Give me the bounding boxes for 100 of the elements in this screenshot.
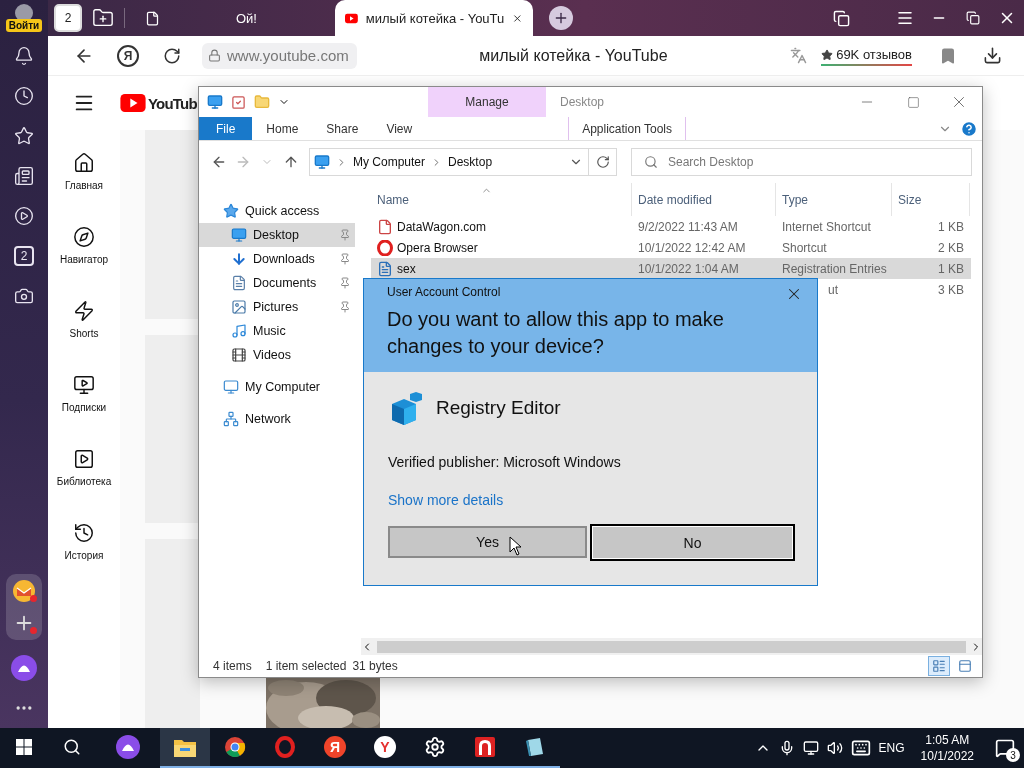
column-header[interactable]: Size [892,183,970,216]
restore-icon[interactable] [966,11,980,25]
ribbon-tab[interactable]: File [199,117,253,140]
ribbon-tab[interactable]: Share [312,117,373,140]
nav-item[interactable]: Documents [199,271,355,295]
reviews-badge[interactable]: 69K отзывов [821,45,912,66]
tab-counter[interactable]: 2 [14,246,34,266]
ribbon-tab[interactable]: Home [252,117,313,140]
video-site-icon [345,11,358,25]
dialog-button[interactable]: No [590,524,795,561]
yandex-button[interactable]: Я [117,44,139,67]
taskbar-app[interactable]: Я [310,728,360,768]
ribbon-tab[interactable]: View [372,117,427,140]
browser-tab[interactable]: Ой! [135,0,335,36]
nav-item[interactable]: Videos [199,343,355,367]
column-header[interactable]: Name [371,183,632,216]
file-row[interactable]: sex 10/1/2022 1:04 AM Registration Entries 1 KB [371,258,971,279]
star-icon [223,203,239,219]
address-field[interactable]: My Computer Desktop [309,148,589,176]
refresh-icon [595,155,610,169]
scrollbar-thumb[interactable] [377,640,966,653]
volume-icon[interactable] [826,740,843,756]
browser-icon: Y [374,736,396,758]
properties-icon[interactable] [231,94,246,110]
mail-icon[interactable] [12,579,36,603]
collections-icon[interactable] [832,9,850,27]
download-icon[interactable] [982,46,1002,65]
url-field[interactable]: www.youtube.com [202,42,357,69]
column-header[interactable]: Type [776,183,892,216]
camera-icon[interactable] [14,286,34,306]
ribbon-tab[interactable]: Application Tools [568,117,687,140]
pin-icon[interactable] [339,253,351,265]
bookmark-icon[interactable] [939,46,957,65]
ring-icon [377,239,393,256]
reload-icon[interactable] [163,46,181,65]
nav-item[interactable]: Desktop [199,223,355,247]
taskbar-app[interactable]: Y [360,728,410,768]
browser-tab[interactable]: милый котейка - YouTu [335,0,533,36]
type-cell: Registration Entries [782,261,887,276]
nav-item[interactable]: Pictures [199,295,355,319]
help-icon[interactable] [960,119,978,138]
play-logo-icon [120,94,146,112]
nav-item[interactable]: My Computer [199,375,355,399]
manage-tab[interactable]: Manage [428,87,546,117]
menu-icon[interactable] [896,9,914,27]
type-cell: Shortcut [782,240,827,255]
nav-link[interactable]: Подписки [48,352,120,426]
windows-icon[interactable] [16,739,32,755]
download-icon [231,251,247,267]
refresh-button[interactable] [589,148,617,176]
keyboard-icon[interactable] [850,738,871,758]
newspaper-icon[interactable] [14,166,34,186]
shortcut-file-icon [377,218,393,235]
registry-file-icon [377,260,393,277]
language-indicator[interactable]: ENG [878,741,905,755]
translate-icon[interactable] [790,47,808,64]
home-tab-button[interactable]: 2 [54,4,82,32]
star-icon[interactable] [14,126,34,146]
alice-icon[interactable] [10,654,38,682]
nav-item[interactable]: Music [199,319,355,343]
column-header[interactable]: Date modified [632,183,776,216]
file-row[interactable]: DataWagon.com 9/2/2022 11:43 AM Internet Shortcut 1 KB [371,216,971,237]
nav-item[interactable]: Network [199,407,355,431]
search-icon[interactable] [63,738,81,756]
selection-size: 31 bytes [352,659,398,673]
nav-link[interactable]: Главная [48,130,120,204]
site-logo[interactable]: YouTub [120,94,197,112]
breadcrumb[interactable]: Desktop [448,155,493,169]
taskbar-app[interactable] [160,728,210,768]
desktop-icon [231,227,247,243]
clock[interactable]: 1:05 AM 10/1/2022 [920,732,974,764]
nav-link[interactable]: Навигатор [48,204,120,278]
page-title: милый котейка - YouTube [478,46,669,65]
nav-link[interactable]: История [48,500,120,574]
breadcrumb[interactable]: My Computer [353,155,426,169]
pin-icon[interactable] [339,277,351,289]
pin-icon[interactable] [339,301,351,313]
search-field[interactable]: Search Desktop [631,148,972,176]
folder-plus-icon[interactable] [92,7,114,29]
new-tab-button[interactable] [549,6,573,30]
horizontal-scrollbar[interactable] [361,638,982,655]
computer-icon[interactable] [207,94,223,110]
file-row[interactable]: Opera Browser 10/1/2022 12:42 AM Shortcut 2 KB [371,237,971,258]
ring-icon [274,736,296,758]
browser-icon [224,736,246,758]
nav-item[interactable]: Quick access [199,199,355,223]
play-circle-icon[interactable] [14,206,34,226]
nav-item[interactable]: Downloads [199,247,355,271]
network-icon[interactable] [802,740,819,756]
notifications-icon[interactable] [995,738,1015,758]
login-badge[interactable]: Войти [5,19,43,32]
details-view-button[interactable] [928,656,950,676]
back-icon[interactable] [211,154,227,170]
nav-link[interactable]: Библиотека [48,426,120,500]
details-link[interactable]: Show more details [388,492,504,508]
clock-icon[interactable] [14,86,34,106]
dialog-button[interactable]: Yes [388,526,587,558]
nav-link[interactable]: Shorts [48,278,120,352]
up-icon[interactable] [283,154,299,170]
bell-icon[interactable] [14,46,34,66]
